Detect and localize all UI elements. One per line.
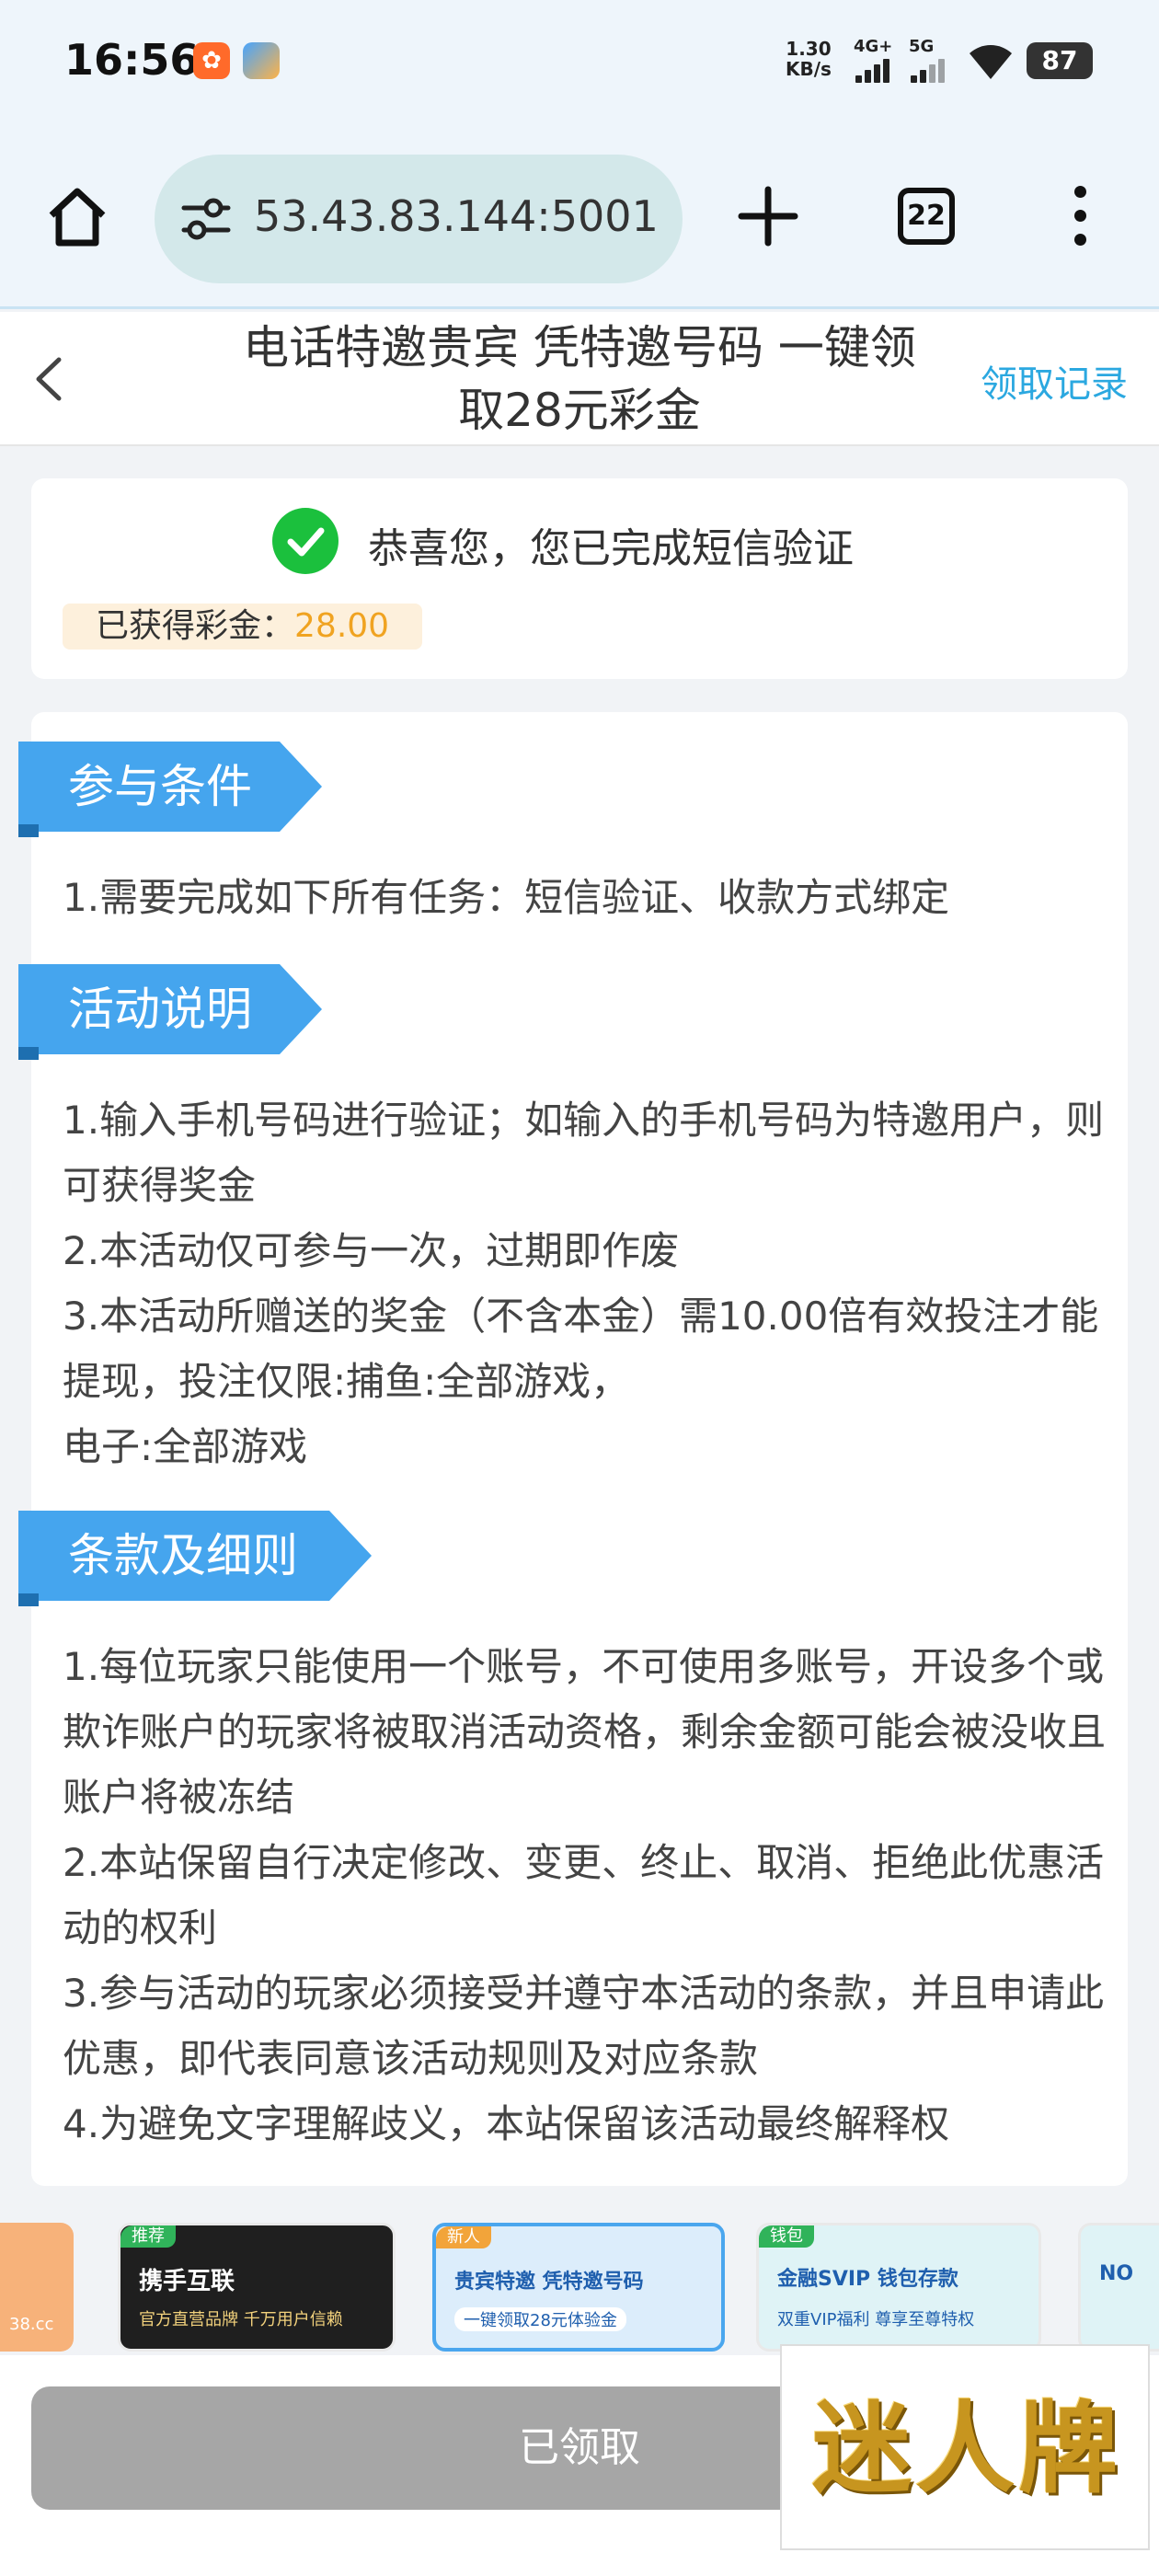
list-item: 1.每位玩家只能使用一个账号，不可使用多账号，开设多个或欺诈账户的玩家将被取消活… <box>63 1644 1107 1820</box>
status-bar: 16:56 ✿ 1.30 KB/s 4G+ 5G 87 <box>0 0 1159 129</box>
terms-text: 1.每位玩家只能使用一个账号，不可使用多账号，开设多个或欺诈账户的玩家将被取消活… <box>63 1634 1111 2156</box>
list-item: 3.参与活动的玩家必须接受并遵守本活动的条款，并且申请此优惠，即代表同意该活动规… <box>63 1971 1105 2081</box>
activity-details-card: 参与条件 1.需要完成如下所有任务：短信验证、收款方式绑定 活动说明 1.输入手… <box>18 712 1128 2186</box>
logo-text: 迷人牌 <box>811 2391 1121 2507</box>
bonus-label: 已获得彩金： <box>96 607 295 645</box>
new-tab-icon[interactable] <box>736 184 800 248</box>
banner-title: 贵宾特邀 凭特邀号码 <box>454 2271 644 2294</box>
bonus-badge: 已获得彩金：28.00 <box>63 604 423 650</box>
page-header: 电话特邀贵宾 凭特邀号码 一键领取28元彩金 领取记录 <box>0 312 1159 446</box>
banner-subtitle: 官方直营品牌 千万用户信赖 <box>139 2310 343 2329</box>
section-header-description: 活动说明 <box>18 964 322 1060</box>
section-title: 参与条件 <box>68 760 252 813</box>
app-notification-icon: ✿ <box>193 42 230 79</box>
check-circle-icon <box>272 508 339 574</box>
network-type-1: 4G+ <box>854 37 893 56</box>
promo-banner[interactable]: 38.cc <box>0 2223 74 2352</box>
promo-banner-carousel: 38.cc 推荐 携手互联 官方直营品牌 千万用户信赖 新人 贵宾特邀 凭特邀号… <box>0 2208 1159 2355</box>
section-header-terms: 条款及细则 <box>18 1511 322 1606</box>
banner-subtitle: 双重VIP福利 尊享至尊特权 <box>777 2310 975 2329</box>
promo-banner[interactable]: 推荐 携手互联 官方直营品牌 千万用户信赖 <box>118 2223 396 2352</box>
list-item: 4.为避免文字理解歧义，本站保留该活动最终解释权 <box>63 2101 950 2146</box>
banner-tag: 推荐 <box>120 2225 176 2248</box>
back-arrow-icon[interactable] <box>28 354 74 404</box>
verification-success-card: 恭喜您，您已完成短信验证 已获得彩金：28.00 <box>31 478 1128 679</box>
page-title: 电话特邀贵宾 凭特邀号码 一键领取28元彩金 <box>243 321 916 437</box>
more-menu-icon[interactable] <box>1067 184 1095 248</box>
signal-icon-2 <box>911 59 947 83</box>
speed-value: 1.30 <box>786 38 832 60</box>
list-item: 2.本活动仅可参与一次，过期即作废 <box>63 1228 680 1273</box>
section-title: 条款及细则 <box>68 1529 298 1582</box>
clock: 16:56 <box>64 35 200 85</box>
promo-banner-active[interactable]: 新人 贵宾特邀 凭特邀号码 一键领取28元体验金 <box>432 2223 725 2352</box>
list-item: 1.输入手机号码进行验证；如输入的手机号码为特邀用户，则可获得奖金 <box>63 1098 1105 1208</box>
signal-icon <box>855 59 892 83</box>
list-item: 电子:全部游戏 <box>63 1424 308 1469</box>
promo-banner[interactable]: 钱包 金融SVIP 钱包存款 双重VIP福利 尊享至尊特权 <box>756 2223 1041 2352</box>
network-speed: 1.30 KB/s <box>786 39 832 79</box>
app-notification-icon-2 <box>243 42 280 79</box>
battery-icon: 87 <box>1027 42 1093 79</box>
list-item: 2.本站保留自行决定修改、变更、终止、取消、拒绝此优惠活动的权利 <box>63 1840 1105 1950</box>
section-title: 活动说明 <box>68 983 252 1036</box>
banner-title: 金融SVIP 钱包存款 <box>777 2268 958 2291</box>
banner-subtitle: 一键领取28元体验金 <box>454 2307 626 2331</box>
tab-switcher-button[interactable]: 22 <box>898 188 955 245</box>
success-message: 恭喜您，您已完成短信验证 <box>368 525 854 572</box>
promo-banner[interactable]: NO <box>1078 2223 1159 2352</box>
banner-title: 携手互联 <box>139 2268 235 2295</box>
speed-unit: KB/s <box>786 58 832 80</box>
browser-toolbar: 53.43.83.144:5001 22 <box>0 129 1159 309</box>
wifi-icon <box>970 45 1012 79</box>
brand-logo: 迷人牌 <box>780 2344 1150 2550</box>
banner-tag: 钱包 <box>759 2225 814 2248</box>
bonus-amount: 28.00 <box>294 607 390 645</box>
banner-title: NO <box>1099 2262 1134 2285</box>
address-bar[interactable]: 53.43.83.144:5001 <box>155 155 683 283</box>
claim-records-link[interactable]: 领取记录 <box>981 354 1128 408</box>
network-type-2: 5G <box>909 37 935 56</box>
list-item: 1.需要完成如下所有任务：短信验证、收款方式绑定 <box>63 875 950 920</box>
banner-tag: 新人 <box>436 2226 491 2248</box>
description-text: 1.输入手机号码进行验证；如输入的手机号码为特邀用户，则可获得奖金 2.本活动仅… <box>63 1087 1111 1479</box>
site-settings-icon[interactable] <box>180 195 232 243</box>
url-text: 53.43.83.144:5001 <box>254 191 659 241</box>
conditions-text: 1.需要完成如下所有任务：短信验证、收款方式绑定 <box>63 865 1111 930</box>
section-header-conditions: 参与条件 <box>18 742 322 837</box>
home-icon[interactable] <box>44 184 110 250</box>
list-item: 3.本活动所赠送的奖金（不含本金）需10.00倍有效投注才能提现，投注仅限:捕鱼… <box>63 1294 1099 1404</box>
